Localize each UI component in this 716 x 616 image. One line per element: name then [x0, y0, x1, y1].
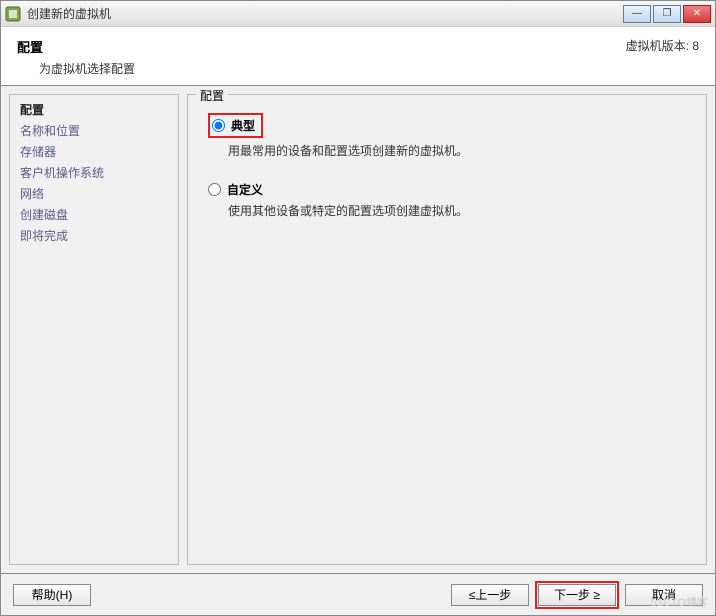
- option-custom: 自定义 使用其他设备或特定的配置选项创建虚拟机。: [208, 181, 690, 219]
- minimize-button[interactable]: —: [623, 5, 651, 23]
- option-typical-highlight: 典型: [208, 113, 263, 138]
- window-title: 创建新的虚拟机: [27, 5, 623, 22]
- window-controls: — ❐ ✕: [623, 5, 711, 23]
- next-button[interactable]: 下一步 ≥: [538, 584, 616, 606]
- vm-wizard-icon: [5, 6, 21, 22]
- sidebar-step-ready[interactable]: 即将完成: [20, 227, 168, 244]
- fieldset-legend: 配置: [196, 87, 228, 104]
- wizard-footer: 帮助(H) ≤上一步 下一步 ≥ 取消: [1, 573, 715, 615]
- vm-version-label: 虚拟机版本: 8: [626, 37, 699, 54]
- maximize-button[interactable]: ❐: [653, 5, 681, 23]
- page-subtitle: 为虚拟机选择配置: [39, 60, 135, 77]
- titlebar: 创建新的虚拟机 — ❐ ✕: [1, 1, 715, 27]
- sidebar-step-network[interactable]: 网络: [20, 185, 168, 202]
- option-typical: 典型 用最常用的设备和配置选项创建新的虚拟机。: [208, 113, 690, 159]
- sidebar-step-name-location[interactable]: 名称和位置: [20, 122, 168, 139]
- radio-custom-desc: 使用其他设备或特定的配置选项创建虚拟机。: [228, 202, 690, 219]
- wizard-content: 配置 典型 用最常用的设备和配置选项创建新的虚拟机。 自定义: [187, 94, 707, 565]
- help-button[interactable]: 帮助(H): [13, 584, 91, 606]
- wizard-header: 配置 为虚拟机选择配置 虚拟机版本: 8: [1, 27, 715, 86]
- page-title: 配置: [17, 37, 135, 56]
- cancel-button[interactable]: 取消: [625, 584, 703, 606]
- sidebar-step-create-disk[interactable]: 创建磁盘: [20, 206, 168, 223]
- sidebar-step-storage[interactable]: 存储器: [20, 143, 168, 160]
- next-button-highlight: 下一步 ≥: [535, 581, 619, 609]
- radio-custom-label: 自定义: [227, 181, 263, 198]
- wizard-steps-sidebar: 配置 名称和位置 存储器 客户机操作系统 网络 创建磁盘 即将完成: [9, 94, 179, 565]
- radio-typical[interactable]: [212, 119, 225, 132]
- radio-custom[interactable]: [208, 183, 221, 196]
- radio-typical-label: 典型: [231, 117, 255, 134]
- close-button[interactable]: ✕: [683, 5, 711, 23]
- sidebar-step-config[interactable]: 配置: [20, 101, 168, 118]
- back-button[interactable]: ≤上一步: [451, 584, 529, 606]
- radio-typical-desc: 用最常用的设备和配置选项创建新的虚拟机。: [228, 142, 690, 159]
- sidebar-step-guest-os[interactable]: 客户机操作系统: [20, 164, 168, 181]
